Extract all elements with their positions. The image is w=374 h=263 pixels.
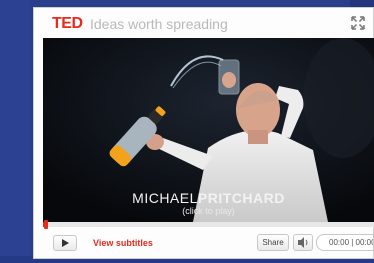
speaker-first-name: MICHAEL xyxy=(132,190,198,206)
ted-video-player: TED Ideas worth spreading MICHAELPRITCHA… xyxy=(33,7,374,259)
play-icon xyxy=(62,239,69,247)
view-subtitles-link[interactable]: View subtitles xyxy=(93,238,153,248)
page-background-left xyxy=(0,0,30,263)
video-poster[interactable]: MICHAELPRITCHARD (click to play) xyxy=(43,38,374,222)
player-header: TED Ideas worth spreading xyxy=(34,8,373,38)
control-bar: View subtitles Share 00:00 | 00:00 xyxy=(43,230,374,256)
click-to-play-prompt[interactable]: (click to play) xyxy=(43,206,374,216)
expand-icon[interactable] xyxy=(351,16,365,30)
progress-handle[interactable] xyxy=(44,220,48,229)
speaker-name-caption: MICHAELPRITCHARD xyxy=(43,190,374,206)
play-button[interactable] xyxy=(53,235,77,251)
ted-tagline: Ideas worth spreading xyxy=(90,16,228,32)
volume-icon xyxy=(298,237,308,248)
progress-bar[interactable] xyxy=(43,220,374,229)
share-button[interactable]: Share xyxy=(257,234,289,251)
volume-button[interactable] xyxy=(293,234,313,251)
speaker-last-name: PRITCHARD xyxy=(197,190,285,206)
ted-logo[interactable]: TED xyxy=(52,15,83,33)
time-display: 00:00 | 00:00 xyxy=(316,234,374,251)
